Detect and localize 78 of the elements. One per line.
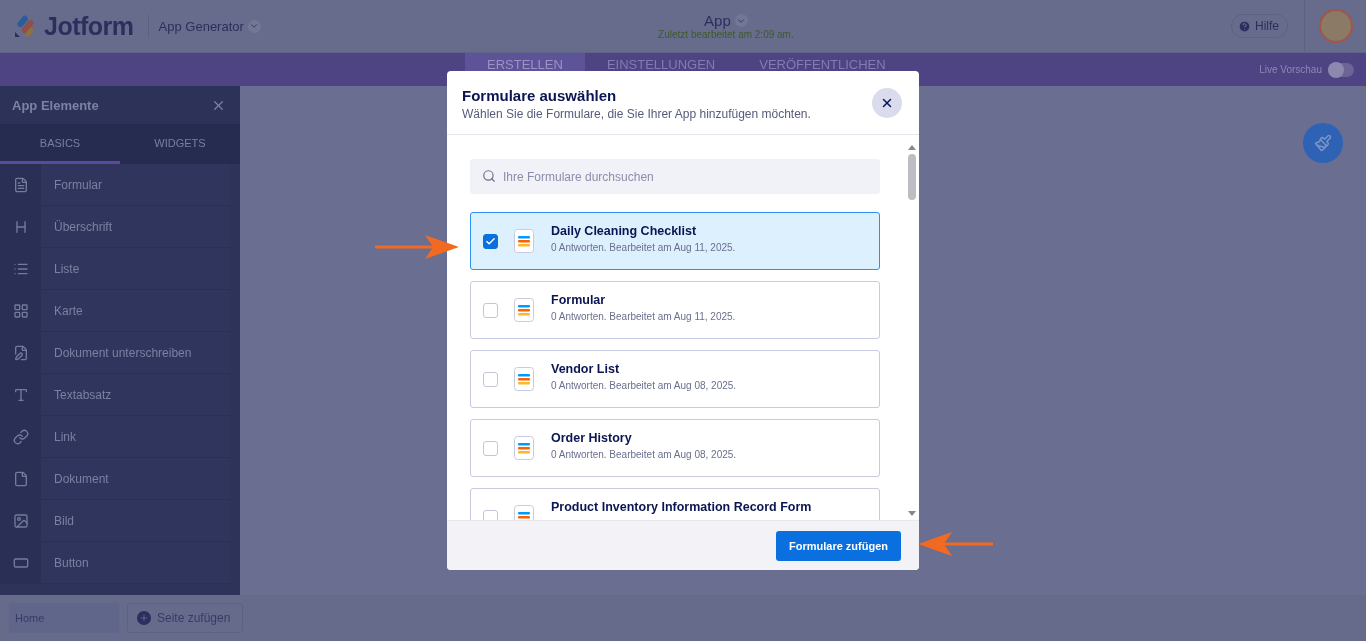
logo-icon	[14, 14, 36, 38]
text-icon	[12, 386, 29, 403]
element-label: Dokument	[54, 471, 109, 486]
check-icon	[485, 235, 496, 247]
element-label: Textabsatz	[54, 387, 112, 402]
element-label: Liste	[54, 261, 80, 276]
form-meta: 0 Antworten. Bearbeitet am Aug 11, 2025.	[551, 242, 736, 253]
image-icon	[12, 512, 29, 529]
form-name: Order History	[551, 431, 633, 445]
live-preview-toggle[interactable]	[1328, 62, 1354, 77]
element-label: Button	[54, 555, 89, 570]
app-title[interactable]: App	[704, 12, 731, 29]
element-label: Bild	[54, 513, 74, 528]
paintbrush-icon	[1314, 134, 1332, 152]
file-icon	[12, 470, 29, 487]
element-item[interactable]: Textabsatz	[0, 374, 230, 416]
form-icon	[514, 229, 534, 253]
link-icon	[12, 428, 29, 445]
plus-icon	[137, 611, 151, 625]
dialog-subtitle: Wählen Sie die Formulare, die Sie Ihrer App hinzufügen möchten.	[462, 107, 811, 121]
brand-name: Jotform	[44, 11, 134, 41]
form-item[interactable]: Vendor List 0 Antworten. Bearbeitet am Aug 08, 2025.	[470, 350, 880, 408]
chevron-down-icon[interactable]	[734, 14, 748, 27]
nav-tab[interactable]: EINSTELLUNGEN	[584, 53, 738, 86]
element-item[interactable]: Überschrift	[0, 206, 230, 248]
chevron-down-icon[interactable]	[247, 19, 261, 33]
live-preview-label: Live Vorschau	[1259, 64, 1322, 75]
form-item[interactable]: Order History 0 Antworten. Bearbeitet am Aug 08, 2025.	[470, 419, 880, 477]
document-icon	[12, 176, 29, 193]
last-edited-text: Zuletzt bearbeitet am 2:09 am.	[658, 29, 794, 40]
form-item[interactable]: Daily Cleaning Checklist 0 Antworten. Bearbeitet am Aug 11, 2025.	[470, 212, 880, 270]
element-item[interactable]: Button	[0, 542, 230, 584]
element-label: Karte	[54, 303, 83, 318]
paintbrush-button[interactable]	[1303, 123, 1343, 163]
checkbox[interactable]	[483, 302, 498, 318]
product-menu[interactable]: App Generator	[158, 18, 244, 34]
element-item[interactable]: Bild	[0, 500, 230, 542]
close-button[interactable]	[872, 88, 902, 118]
element-label: Link	[54, 429, 76, 444]
element-item[interactable]: Dokument unterschreiben	[0, 332, 230, 374]
nav-tab[interactable]: VERÖFFENTLICHEN	[737, 53, 908, 86]
element-item[interactable]: Dokument	[0, 458, 230, 500]
search-icon	[482, 169, 496, 183]
form-meta: 0 Antworten. Bearbeitet am Aug 11, 2025.	[551, 311, 736, 322]
scrollbar-thumb[interactable]	[908, 154, 916, 200]
signature-document-icon	[12, 344, 29, 361]
form-meta: 0 Antworten. Bearbeitet am Aug 08, 2025.	[551, 449, 737, 460]
element-item[interactable]: Link	[0, 416, 230, 458]
element-label: Formular	[54, 177, 102, 192]
element-label: Dokument unterschreiben	[54, 345, 192, 360]
checkbox[interactable]	[483, 440, 498, 456]
add-forms-button[interactable]: Formulare zufügen	[776, 530, 901, 561]
element-item[interactable]: Formular	[0, 164, 230, 206]
element-label: Überschrift	[54, 219, 112, 234]
help-icon	[1238, 19, 1251, 33]
form-meta: 0 Antworten. Bearbeitet am Aug 08, 2025.	[551, 380, 737, 391]
avatar[interactable]	[1318, 9, 1353, 43]
form-name: Vendor List	[551, 362, 621, 376]
checkbox[interactable]	[483, 371, 498, 387]
element-item[interactable]: Liste	[0, 248, 230, 290]
panel-tab[interactable]: WIDGETS	[120, 124, 240, 164]
checkbox[interactable]	[483, 233, 498, 249]
form-name: Formular	[551, 293, 607, 307]
form-item[interactable]: Product Inventory Information Record Form	[470, 488, 880, 520]
form-icon	[514, 367, 534, 391]
panel-title: App Elemente	[12, 97, 99, 113]
form-name: Product Inventory Information Record Form	[551, 500, 812, 514]
scroll-up-icon[interactable]	[908, 145, 916, 150]
form-icon	[514, 436, 534, 460]
element-item[interactable]: Karte	[0, 290, 230, 332]
search-field[interactable]: Ihre Formulare durchsuchen	[470, 159, 880, 194]
scroll-down-icon[interactable]	[908, 511, 916, 516]
form-icon	[514, 298, 534, 322]
dialog-title: Formulare auswählen	[462, 87, 618, 104]
form-item[interactable]: Formular 0 Antworten. Bearbeitet am Aug 11, 2025.	[470, 281, 880, 339]
close-icon	[880, 96, 894, 110]
grid-icon	[12, 302, 29, 319]
form-name: Daily Cleaning Checklist	[551, 224, 698, 238]
